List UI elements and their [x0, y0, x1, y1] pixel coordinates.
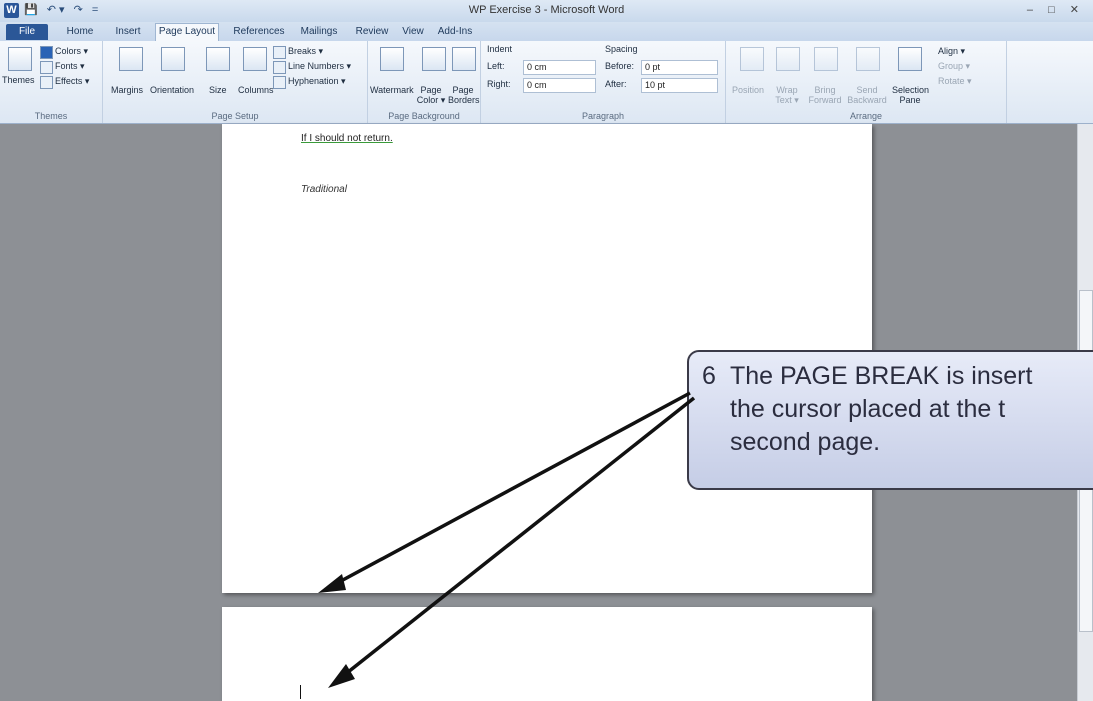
- arrow-to-page-break: [327, 391, 691, 590]
- arrow-to-cursor: [336, 396, 696, 682]
- arrowhead-icon: [318, 574, 346, 593]
- pointer-arrows: [318, 391, 696, 688]
